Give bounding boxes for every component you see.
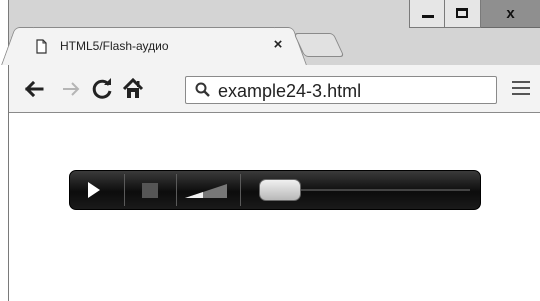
url-text: example24-3.html [218,81,362,101]
back-arrow-icon[interactable] [22,77,46,101]
divider [176,174,177,206]
maximize-button[interactable] [445,0,481,28]
tab-active[interactable]: HTML5/Flash-аудио × [15,27,293,65]
minimize-icon [422,15,434,18]
address-bar[interactable]: example24-3.html [185,76,497,104]
browser-window: HTML5/Flash-аудио × x example24-3.html [8,0,540,301]
home-icon[interactable] [121,77,145,101]
tab-title: HTML5/Flash-аудио [60,39,169,53]
title-bar: HTML5/Flash-аудио × x [9,0,540,68]
hamburger-menu-icon[interactable] [512,81,530,97]
audio-player [69,170,481,210]
minimize-button[interactable] [409,0,445,28]
forward-arrow-icon[interactable] [59,77,83,101]
seek-slider-thumb[interactable] [259,179,301,201]
browser-toolbar: example24-3.html [9,65,540,113]
maximize-icon [456,8,468,18]
divider [124,174,125,206]
close-window-button[interactable]: x [481,0,540,28]
play-icon[interactable] [88,182,100,198]
volume-icon[interactable] [183,180,229,200]
tab-close-button[interactable]: × [269,36,287,54]
stop-icon[interactable] [142,183,158,198]
reload-icon[interactable] [91,77,115,101]
page-icon [36,39,47,54]
divider [240,174,241,206]
search-icon [195,82,210,97]
close-icon: x [506,5,515,22]
